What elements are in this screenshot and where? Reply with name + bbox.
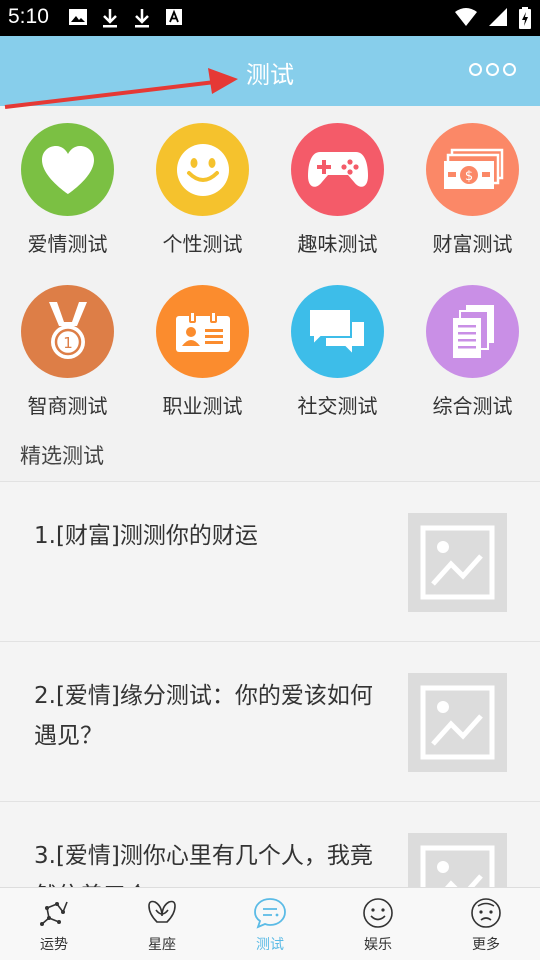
wifi-icon	[455, 8, 477, 26]
happy-face-icon	[363, 898, 393, 928]
heart-icon	[41, 145, 94, 194]
nav-label: 更多	[472, 937, 500, 953]
nav-label: 运势	[40, 937, 68, 953]
more-face-icon	[471, 898, 501, 928]
category-circle	[426, 285, 519, 378]
article-list[interactable]: 1.[财富]测测你的财运 2.[爱情]缘分测试：你的爱该如何遇见？ 3.[爱情]…	[0, 481, 540, 887]
image-icon	[69, 9, 87, 25]
category-fun[interactable]: 趣味测试	[270, 123, 405, 257]
article-title: 1.[财富]测测你的财运	[34, 523, 258, 549]
constellation-icon	[40, 901, 68, 926]
category-career[interactable]: 职业测试	[135, 285, 270, 419]
bottom-nav: 运势 星座 测试 娱乐 更多	[0, 887, 540, 960]
list-item[interactable]: 1.[财富]测测你的财运	[0, 481, 540, 641]
category-circle: 1	[21, 285, 114, 378]
status-bar: 5:10	[0, 0, 540, 36]
category-personality[interactable]: 个性测试	[135, 123, 270, 257]
image-placeholder-icon	[420, 845, 495, 887]
thumbnail-image	[408, 673, 507, 772]
nav-tab-entertainment[interactable]: 娱乐	[324, 888, 432, 960]
gamepad-icon	[307, 151, 368, 187]
zodiac-icon	[148, 900, 176, 923]
nav-tab-zodiac[interactable]: 星座	[108, 888, 216, 960]
nav-label: 测试	[256, 937, 284, 953]
category-circle	[156, 285, 249, 378]
thumbnail-image	[408, 513, 507, 612]
image-placeholder-icon	[420, 525, 495, 600]
font-a-icon	[166, 9, 182, 25]
category-circle	[156, 123, 249, 216]
category-label: 智商测试	[27, 394, 108, 418]
svg-text:$: $	[464, 169, 472, 184]
nav-tab-more[interactable]: 更多	[432, 888, 540, 960]
medal-icon: 1	[48, 301, 87, 359]
more-options-icon[interactable]	[469, 63, 516, 76]
category-label: 职业测试	[162, 394, 243, 418]
category-circle: $	[426, 123, 519, 216]
money-icon: $	[443, 148, 503, 189]
category-label: 趣味测试	[297, 232, 378, 256]
thumbnail-image	[408, 833, 507, 887]
category-circle	[21, 123, 114, 216]
documents-icon	[452, 304, 494, 358]
category-label: 综合测试	[432, 394, 513, 418]
red-arrow-annotation	[4, 68, 238, 109]
nav-label: 娱乐	[364, 937, 392, 953]
download-icon	[103, 9, 117, 28]
category-label: 爱情测试	[27, 232, 108, 256]
image-placeholder-icon	[420, 685, 495, 760]
category-circle	[291, 123, 384, 216]
article-title: 3.[爱情]测你心里有几个人，我竟然住着三个	[34, 843, 373, 887]
category-label: 财富测试	[432, 232, 513, 256]
section-title: 精选测试	[20, 444, 104, 468]
category-love[interactable]: 爱情测试	[0, 123, 135, 257]
download-icon	[135, 9, 149, 28]
article-title: 2.[爱情]缘分测试：你的爱该如何遇见？	[34, 683, 373, 749]
chat-icon	[307, 307, 366, 357]
category-circle	[291, 285, 384, 378]
list-item[interactable]: 2.[爱情]缘分测试：你的爱该如何遇见？	[0, 641, 540, 801]
category-general[interactable]: 综合测试	[405, 285, 540, 419]
nav-label: 星座	[148, 937, 176, 953]
nav-tab-test[interactable]: 测试	[216, 888, 324, 960]
id-card-icon	[175, 310, 230, 352]
category-wealth[interactable]: $ 财富测试	[405, 123, 540, 257]
test-chat-icon	[254, 898, 286, 929]
status-time: 5:10	[8, 5, 49, 28]
category-label: 个性测试	[162, 232, 243, 256]
category-social[interactable]: 社交测试	[270, 285, 405, 419]
list-item[interactable]: 3.[爱情]测你心里有几个人，我竟然住着三个	[0, 801, 540, 887]
category-label: 社交测试	[297, 394, 378, 418]
svg-text:1: 1	[63, 334, 73, 352]
category-iq[interactable]: 1 智商测试	[0, 285, 135, 419]
signal-icon	[489, 8, 507, 26]
smiley-icon	[176, 143, 229, 196]
nav-tab-fortune[interactable]: 运势	[0, 888, 108, 960]
battery-icon	[519, 7, 531, 29]
